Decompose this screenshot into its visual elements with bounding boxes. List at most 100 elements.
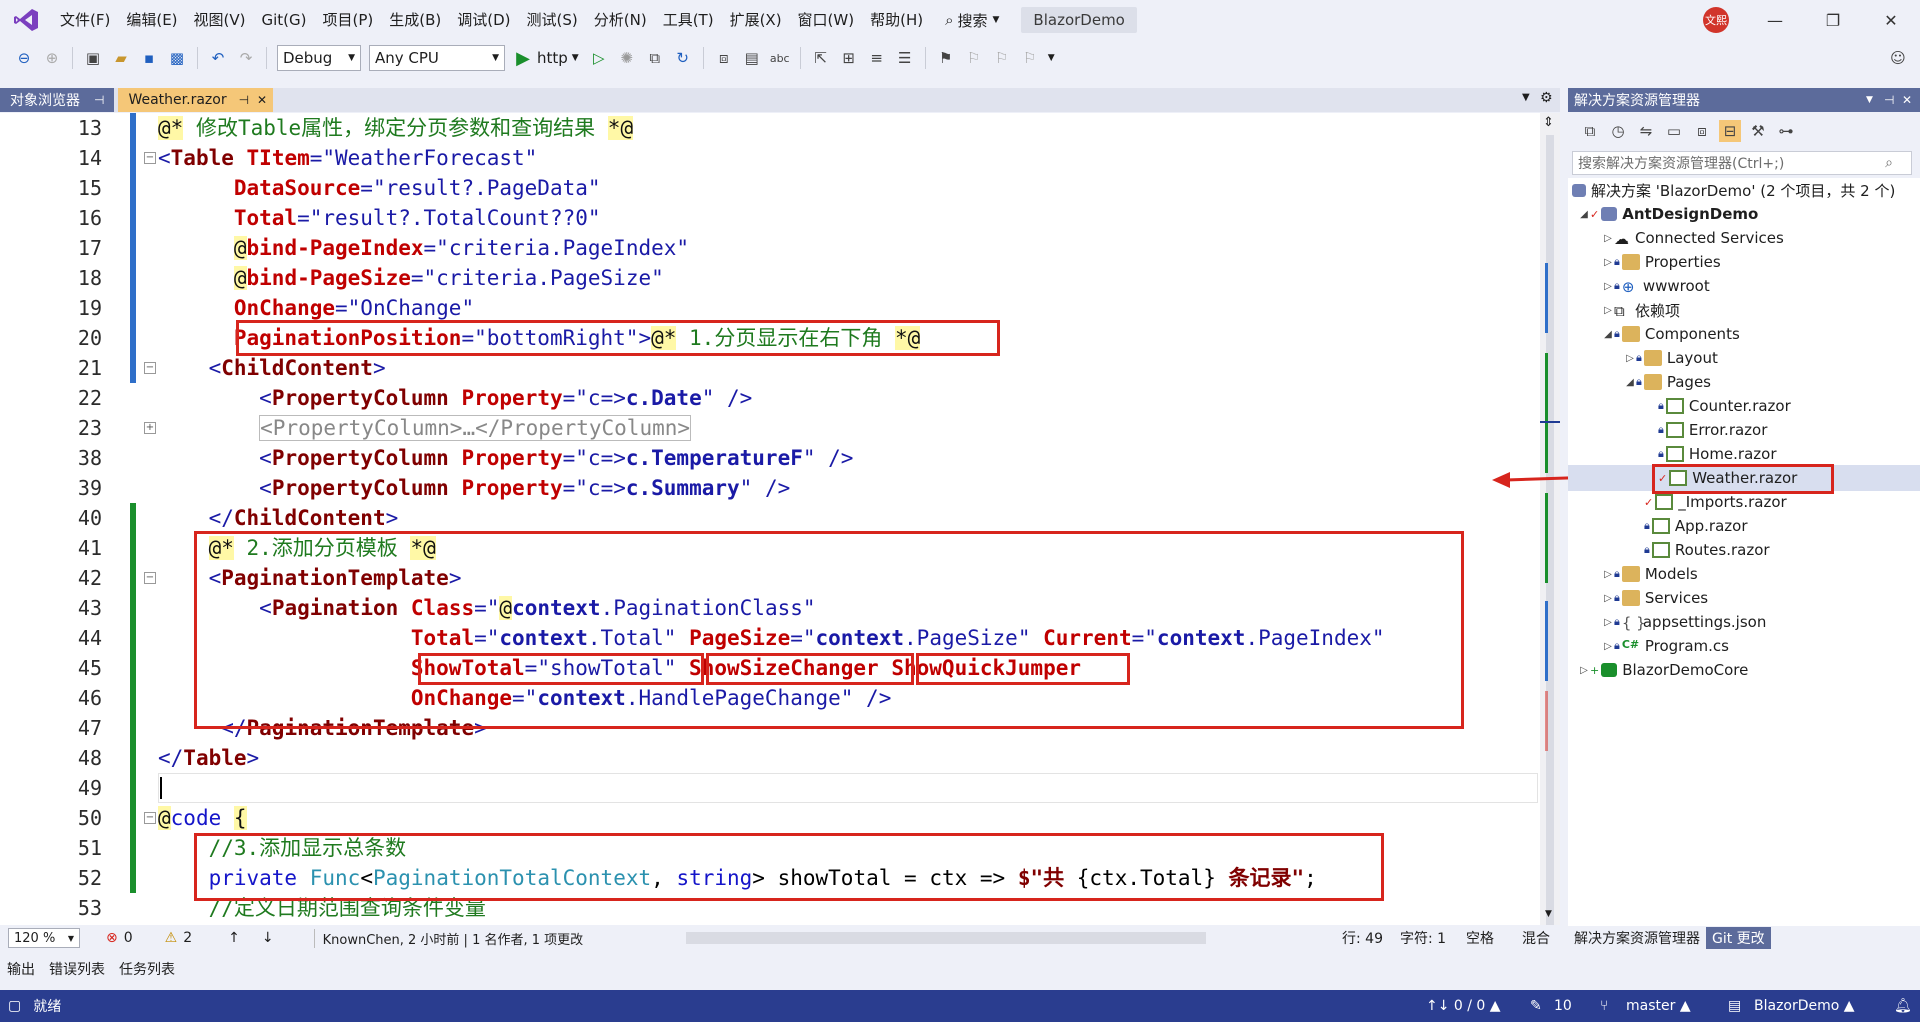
save-icon[interactable]: ▪ bbox=[138, 47, 160, 69]
tree-item-dependencies[interactable]: ▷ ⧉ 依赖项 bbox=[1602, 298, 1680, 322]
menu-analyze[interactable]: 分析(N) bbox=[586, 0, 655, 40]
edits-count[interactable]: 10 bbox=[1554, 998, 1572, 1014]
collapse-arrow-icon[interactable]: ▷ bbox=[1602, 617, 1614, 628]
code-editor[interactable]: 13 14 15 16 17 18 19 20 21 22 23 38 39 4… bbox=[0, 113, 1560, 925]
tree-item-blazordemocore[interactable]: ▷ + BlazorDemoCore bbox=[1578, 658, 1748, 682]
tree-item-services[interactable]: ▷ 🔒︎ Services bbox=[1602, 586, 1708, 610]
collapse-arrow-icon[interactable]: ▷ bbox=[1602, 233, 1614, 244]
minimize-button[interactable]: — bbox=[1746, 0, 1804, 40]
code-line[interactable]: </ChildContent> bbox=[158, 503, 399, 533]
quick-actions-icon[interactable]: ⊞ bbox=[838, 47, 860, 69]
avatar[interactable]: 文熙 bbox=[1703, 7, 1729, 33]
tree-item-counter-razor[interactable]: 🔒︎ Counter.razor bbox=[1658, 394, 1791, 418]
restore-button[interactable]: ❐ bbox=[1804, 0, 1862, 40]
tree-item-components[interactable]: ◢ 🔒︎ Components bbox=[1602, 322, 1740, 346]
tab-task-list[interactable]: 任务列表 bbox=[112, 959, 182, 979]
scroll-down-icon[interactable]: ▼ bbox=[1545, 909, 1552, 919]
tree-item-pages[interactable]: ◢ 🔒︎ Pages bbox=[1624, 370, 1711, 394]
tree-item-routes-razor[interactable]: 🔒︎ Routes.razor bbox=[1644, 538, 1770, 562]
solution-icon[interactable]: ⧈ bbox=[713, 47, 735, 69]
undo-icon[interactable]: ↶ bbox=[207, 47, 229, 69]
line-ending-indicator[interactable]: 混合 bbox=[1522, 928, 1550, 948]
fold-collapse-icon[interactable]: − bbox=[144, 812, 156, 824]
branch-name[interactable]: master ▲ bbox=[1626, 998, 1691, 1014]
forward-icon[interactable]: ⊕ bbox=[41, 47, 63, 69]
config-dropdown[interactable]: Debug ▼ bbox=[277, 45, 361, 71]
code-line[interactable]: Total="result?.TotalCount??0" bbox=[158, 203, 601, 233]
collapse-arrow-icon[interactable]: ▷ bbox=[1602, 305, 1614, 316]
editor-vertical-scrollbar[interactable]: ⇕ ▼ bbox=[1540, 113, 1560, 925]
prev-bookmark-icon[interactable]: ⚐ bbox=[963, 47, 985, 69]
solution-search-input[interactable]: 搜索解决方案资源管理器(Ctrl+;) ⌕ bbox=[1572, 151, 1912, 175]
error-icon[interactable]: ⊗ bbox=[106, 930, 118, 946]
menu-extensions[interactable]: 扩展(X) bbox=[722, 0, 790, 40]
code-line[interactable]: OnChange="OnChange" bbox=[158, 293, 474, 323]
tab-git-changes[interactable]: Git 更改 bbox=[1706, 927, 1771, 949]
code-area[interactable]: @* 修改Table属性，绑定分页参数和查询结果 *@ <Table TItem=… bbox=[158, 113, 1538, 925]
platform-dropdown[interactable]: Any CPU ▼ bbox=[369, 45, 505, 71]
menu-project[interactable]: 项目(P) bbox=[315, 0, 382, 40]
spell-check-icon[interactable]: abc bbox=[769, 47, 791, 69]
bookmark-icon[interactable]: ⚑ bbox=[935, 47, 957, 69]
git-changes-indicator[interactable]: ↑↓ 0 / 0 ▲ bbox=[1426, 998, 1501, 1014]
code-line[interactable]: @bind-PageSize="criteria.PageSize" bbox=[158, 263, 664, 293]
history-icon[interactable]: ◷ bbox=[1607, 120, 1629, 142]
properties-wrench-icon[interactable]: ⚒ bbox=[1747, 120, 1769, 142]
collapse-arrow-icon[interactable]: ▷ bbox=[1602, 257, 1614, 268]
menu-debug[interactable]: 调试(D) bbox=[449, 0, 518, 40]
code-line[interactable]: <Table TItem="WeatherForecast" bbox=[158, 143, 537, 173]
tab-weather-razor[interactable]: Weather.razor ⊣ ✕ bbox=[118, 88, 274, 112]
refresh-icon[interactable]: ↻ bbox=[672, 47, 694, 69]
new-project-icon[interactable]: ▣ bbox=[82, 47, 104, 69]
tree-item-appsettings[interactable]: ▷ 🔒︎ { } appsettings.json bbox=[1602, 610, 1766, 634]
chevron-down-icon[interactable]: ▼ bbox=[572, 53, 579, 63]
warning-count[interactable]: 2 bbox=[183, 930, 192, 946]
collapse-arrow-icon[interactable]: ▷ bbox=[1624, 353, 1636, 364]
redo-icon[interactable]: ↷ bbox=[235, 47, 257, 69]
open-folder-icon[interactable]: ▰ bbox=[110, 47, 132, 69]
tree-item-program-cs[interactable]: ▷ 🔒︎ C# Program.cs bbox=[1602, 634, 1729, 658]
pin-icon[interactable]: ⊣ bbox=[239, 93, 249, 107]
collapse-arrow-icon[interactable]: ▷ bbox=[1602, 281, 1614, 292]
close-window-button[interactable]: ✕ bbox=[1862, 0, 1920, 40]
tree-item-home-razor[interactable]: 🔒︎ Home.razor bbox=[1658, 442, 1777, 466]
code-line[interactable]: <ChildContent> bbox=[158, 353, 386, 383]
code-line[interactable]: DataSource="result?.PageData" bbox=[158, 173, 601, 203]
close-icon[interactable]: ✕ bbox=[1902, 93, 1912, 107]
tree-item-properties[interactable]: ▷ 🔒︎ Properties bbox=[1602, 250, 1721, 274]
panel-dropdown-icon[interactable]: ▼ bbox=[1866, 95, 1873, 105]
menu-file[interactable]: 文件(F) bbox=[52, 0, 118, 40]
code-line[interactable]: <PropertyColumn Property="c=>c.Summary" … bbox=[158, 473, 790, 503]
code-line[interactable]: @bind-PageIndex="criteria.PageIndex" bbox=[158, 233, 689, 263]
run-profile-label[interactable]: http bbox=[537, 49, 568, 67]
zoom-dropdown[interactable]: 120 % ▼ bbox=[8, 928, 80, 948]
switch-views-icon[interactable]: ⧉ bbox=[1579, 120, 1601, 142]
menu-git[interactable]: Git(G) bbox=[254, 0, 315, 40]
show-all-files-icon[interactable]: ⧈ bbox=[1691, 120, 1713, 142]
column-indicator[interactable]: 字符: 1 bbox=[1400, 928, 1446, 948]
code-line[interactable]: </Table> bbox=[158, 743, 259, 773]
split-icon[interactable]: ⇕ bbox=[1543, 115, 1554, 130]
filter-icon[interactable]: ⊟ bbox=[1719, 120, 1741, 142]
solution-tree[interactable]: 解决方案 'BlazorDemo' (2 个项目，共 2 个) ◢ ✓ AntD… bbox=[1568, 178, 1920, 926]
select-icon[interactable]: ⇱ bbox=[810, 47, 832, 69]
line-indicator[interactable]: 行: 49 bbox=[1342, 928, 1383, 948]
back-icon[interactable]: ⊖ bbox=[13, 47, 35, 69]
collapsed-region[interactable]: <PropertyColumn>…</PropertyColumn> bbox=[259, 415, 692, 441]
collapse-arrow-icon[interactable]: ▷ bbox=[1602, 641, 1614, 652]
tab-object-browser[interactable]: 对象浏览器 ⊣ bbox=[0, 88, 115, 112]
preview-icon[interactable]: ⊶ bbox=[1775, 120, 1797, 142]
code-line[interactable]: @code { bbox=[158, 803, 247, 833]
fold-collapse-icon[interactable]: − bbox=[144, 572, 156, 584]
error-count[interactable]: 0 bbox=[124, 930, 133, 946]
pin-icon[interactable]: ⊣ bbox=[1884, 93, 1894, 107]
feedback-icon[interactable]: ☺ bbox=[1887, 47, 1909, 69]
toolbar-overflow-icon[interactable]: ▼ bbox=[1048, 53, 1055, 63]
code-line[interactable]: @* 修改Table属性，绑定分页参数和查询结果 *@ bbox=[158, 113, 634, 143]
menu-tools[interactable]: 工具(T) bbox=[655, 0, 722, 40]
code-line[interactable]: <PropertyColumn Property="c=>c.Temperatu… bbox=[158, 443, 853, 473]
expand-arrow-icon[interactable]: ◢ bbox=[1578, 209, 1590, 220]
pin-icon[interactable]: ⊣ bbox=[94, 93, 104, 107]
tree-item-app-razor[interactable]: 🔒︎ App.razor bbox=[1644, 514, 1748, 538]
tab-solution-explorer[interactable]: 解决方案资源管理器 bbox=[1568, 928, 1706, 948]
